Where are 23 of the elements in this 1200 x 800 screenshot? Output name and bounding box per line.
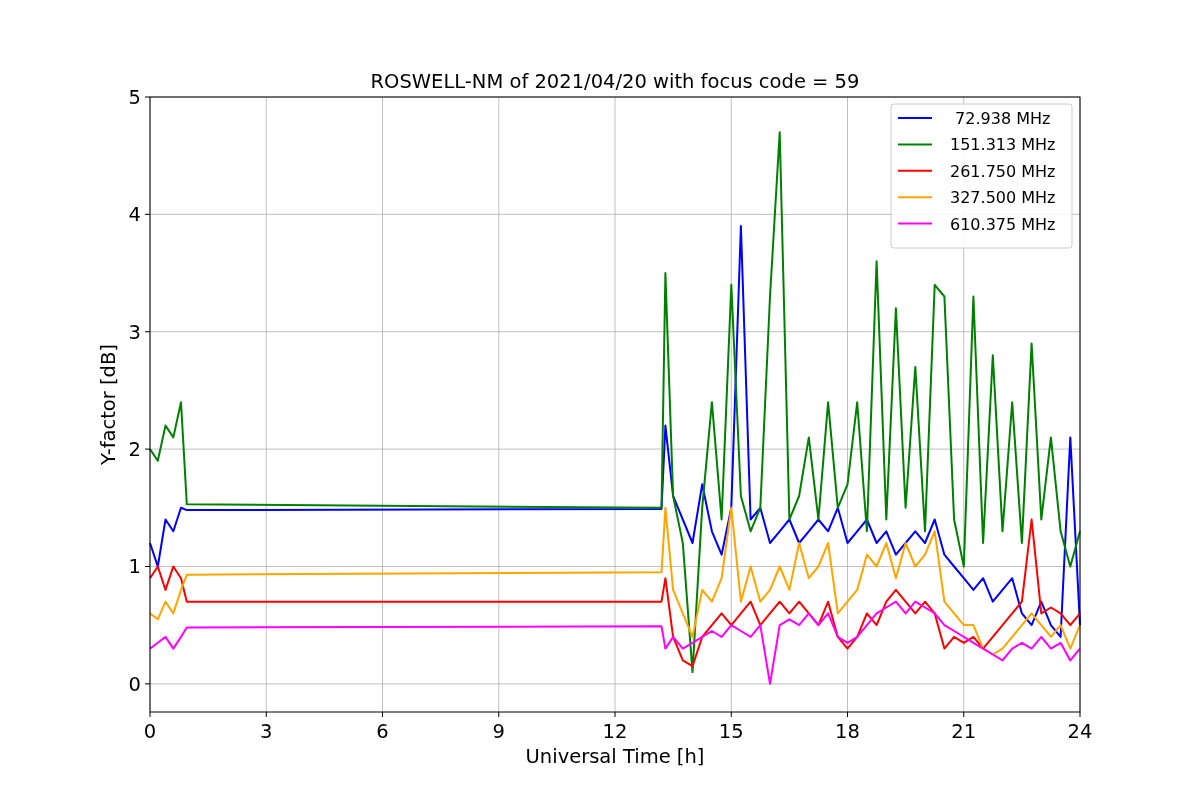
legend-label: 261.750 MHz — [950, 161, 1056, 181]
legend-label: 151.313 MHz — [950, 135, 1056, 155]
axis-tick-label: 0 — [143, 720, 157, 743]
axis-tick-label: 24 — [1067, 720, 1093, 743]
axis-tick-label: 12 — [602, 720, 628, 743]
legend-label: 72.938 MHz — [955, 109, 1051, 128]
axis-tick-label: 1 — [128, 555, 141, 579]
axis-tick-label: 15 — [718, 720, 744, 743]
axis-tick-label: 21 — [951, 720, 977, 743]
x-axis-label: Universal Time [h] — [525, 745, 705, 768]
axis-tick-label: 6 — [376, 720, 389, 743]
axis-tick-label: 3 — [128, 320, 141, 344]
y-axis-label: Y-factor [dB] — [97, 344, 120, 465]
axis-tick-label: 2 — [128, 438, 141, 462]
legend-label: 610.375 MHz — [950, 214, 1056, 234]
legend-label: 327.500 MHz — [950, 188, 1056, 208]
axis-tick-label: 4 — [128, 203, 141, 227]
axis-tick-label: 3 — [260, 720, 273, 743]
chart-title: ROSWELL-NM of 2021/04/20 with focus code = 59 — [370, 70, 860, 93]
axis-tick-label: 18 — [835, 720, 860, 743]
axis-tick-label: 5 — [128, 86, 141, 109]
axis-tick-label: 9 — [492, 720, 505, 743]
axis-tick-label: 0 — [128, 672, 141, 696]
